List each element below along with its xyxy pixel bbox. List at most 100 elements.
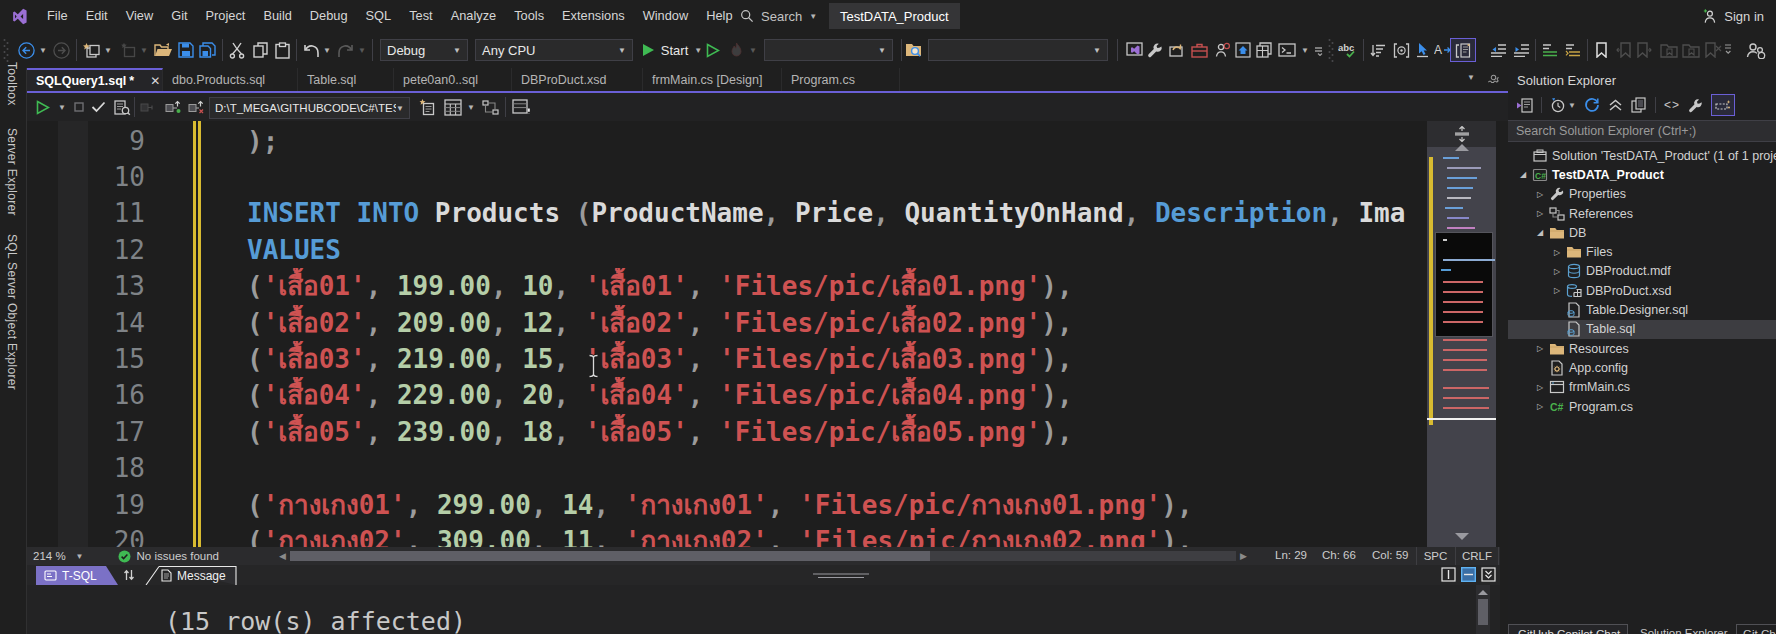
tab-tsql[interactable]: T-SQL (36, 566, 118, 585)
terminal-dropdown[interactable]: ▼ (1300, 32, 1310, 68)
tree-expander-collapsed[interactable]: ▷ (1550, 267, 1564, 276)
message-scrollbar-thumb[interactable] (1478, 599, 1488, 625)
minimap[interactable] (1427, 121, 1496, 547)
code-line-10[interactable] (247, 159, 1500, 195)
tree-item-solution-testdata-product-1-of-1-project[interactable]: Solution 'TestDATA_Product' (1 of 1 proj… (1508, 146, 1776, 165)
tree-item-program-cs[interactable]: ▷C#Program.cs (1508, 397, 1776, 416)
menu-window[interactable]: Window (634, 0, 698, 32)
solution-platform-combobox[interactable]: Any CPU▼ (475, 39, 633, 61)
panel-tab-solution-explorer[interactable]: Solution Explorer (1634, 624, 1732, 634)
scrollbar-down-arrow[interactable] (1454, 532, 1470, 541)
uncomment-lines-icon[interactable] (1563, 32, 1583, 68)
tab-frmmain-design[interactable]: frmMain.cs [Design] (643, 68, 782, 91)
copy-button[interactable] (250, 32, 270, 68)
scroll-right-arrow[interactable]: ▶ (1240, 551, 1247, 561)
previous-bookmark-icon[interactable] (1613, 32, 1633, 68)
open-in-visual-studio-button[interactable] (1124, 32, 1144, 68)
spell-check-icon[interactable]: abc (1336, 32, 1358, 68)
sidebar-tab-sql-server-object-explorer[interactable]: SQL Server Object Explorer (5, 234, 19, 390)
tab-program-cs[interactable]: Program.cs (782, 68, 900, 91)
tree-item-db[interactable]: ◢DB (1508, 223, 1776, 242)
scroll-left-arrow[interactable]: ◀ (279, 551, 286, 561)
tab-table-sql[interactable]: Table.sql (298, 68, 394, 91)
connect-database-button[interactable] (140, 93, 157, 121)
menu-project[interactable]: Project (197, 0, 255, 32)
open-file-button[interactable] (152, 32, 174, 68)
parse-check-button[interactable] (91, 93, 106, 121)
properties-wrench-icon[interactable] (1688, 98, 1703, 113)
execute-query-button[interactable] (36, 93, 50, 121)
tree-expander-collapsed[interactable]: ▷ (1550, 286, 1564, 295)
show-all-files-button[interactable] (1711, 94, 1735, 116)
tree-item-files[interactable]: ▷Files (1508, 242, 1776, 261)
shrink-toolbar-icon[interactable] (1312, 32, 1326, 68)
code-line-18[interactable] (247, 450, 1500, 486)
toolbox-icon[interactable] (1189, 32, 1209, 68)
solution-explorer-search-input[interactable]: Search Solution Explorer (Ctrl+;) (1508, 120, 1776, 142)
code-line-16[interactable]: ('เสื้อ04', 229.00, 20, 'เสื้อ04', 'File… (247, 377, 1500, 413)
tab-message[interactable]: Message (145, 566, 237, 585)
new-query-button[interactable] (418, 93, 436, 121)
database-connection-combobox[interactable]: D:\T_MEGA\GITHUBCODE\C#\TES▼ (209, 97, 410, 119)
health-check-icon[interactable] (118, 550, 131, 563)
menu-debug[interactable]: Debug (301, 0, 357, 32)
run-without-debugging-button[interactable] (704, 32, 722, 68)
code-line-14[interactable]: ('เสื้อ02', 209.00, 12, 'เสื้อ02', 'File… (247, 305, 1500, 341)
next-bookmark-in-folder-icon[interactable] (1680, 32, 1702, 68)
message-vertical-scrollbar[interactable] (1476, 585, 1490, 634)
undo-dropdown[interactable]: ▼ (322, 32, 332, 68)
cut-button[interactable] (227, 32, 247, 68)
tree-expander-collapsed[interactable]: ▷ (1533, 190, 1547, 199)
query-options-button[interactable] (114, 93, 131, 121)
settings-wrench-icon[interactable] (1145, 32, 1165, 68)
tree-expander-expanded[interactable]: ◢ (1533, 228, 1547, 237)
tree-item-properties[interactable]: ▷Properties (1508, 185, 1776, 204)
tab-list-dropdown[interactable]: ▼ (1467, 73, 1475, 82)
scrollbar-thumb[interactable] (290, 551, 930, 561)
redo-dropdown[interactable]: ▼ (357, 32, 367, 68)
sidebar-tab-server-explorer[interactable]: Server Explorer (5, 128, 19, 216)
menu-build[interactable]: Build (254, 0, 300, 32)
display-estimated-plan-button[interactable] (444, 93, 462, 121)
panel-tab-copilot-chat[interactable]: GitHub Copilot Chat (1508, 624, 1628, 634)
toolbar-grip[interactable] (1327, 32, 1335, 68)
toolbar-combobox-1[interactable]: ▼ (764, 39, 893, 61)
tree-item-resources[interactable]: ▷Resources (1508, 339, 1776, 358)
copy-with-formatting-button[interactable] (1450, 38, 1476, 62)
tree-item-references[interactable]: ▷References (1508, 204, 1776, 223)
add-item-button[interactable] (118, 32, 138, 68)
terminal-icon[interactable] (1277, 32, 1297, 68)
tab-options-gear-icon[interactable] (1487, 71, 1500, 84)
issues-status[interactable]: No issues found (137, 550, 219, 562)
code-line-19[interactable]: ('กางเกง01', 299.00, 14, 'กางเกง01', 'Fi… (247, 487, 1500, 523)
paste-button[interactable] (272, 32, 292, 68)
collapse-all-icon[interactable] (1608, 98, 1623, 112)
select-mode-cursor-icon[interactable] (1412, 32, 1432, 68)
tree-expander-collapsed[interactable]: ▷ (1533, 344, 1547, 353)
line-ending-indicator[interactable]: CRLF (1455, 547, 1499, 565)
tree-expander-collapsed[interactable]: ▷ (1533, 209, 1547, 218)
navigate-forward-button[interactable] (51, 32, 71, 68)
comment-lines-icon[interactable] (1540, 32, 1560, 68)
sync-refresh-icon[interactable] (1166, 32, 1186, 68)
refresh-icon[interactable] (1584, 97, 1600, 113)
live-share-icon[interactable] (1744, 32, 1768, 68)
panel-tab-git-changes[interactable]: Git Ch (1736, 624, 1776, 634)
code-line-17[interactable]: ('เสื้อ05', 239.00, 18, 'เสื้อ05', 'File… (247, 414, 1500, 450)
switch-views-icon[interactable] (1516, 98, 1533, 113)
tab-sqlquery1[interactable]: SQLQuery1.sql* ✕ (27, 68, 163, 91)
tree-item-frmmain-cs[interactable]: ▷frmMain.cs (1508, 378, 1776, 397)
toolbar-combobox-2[interactable]: ▼ (928, 39, 1108, 61)
code-line-11[interactable]: INSERT INTO Products (ProductName, Price… (247, 195, 1500, 231)
tree-item-table-designer-sql[interactable]: Table.Designer.sql (1508, 300, 1776, 319)
hot-reload-dropdown[interactable]: ▼ (748, 32, 758, 68)
code-line-20[interactable]: ('กางเกง02', 309.00, 11, 'กางเกง02', 'Fi… (247, 523, 1500, 547)
clear-bookmarks-icon[interactable] (1702, 32, 1724, 68)
undo-button[interactable] (301, 32, 321, 68)
query-designer-button[interactable] (482, 93, 499, 121)
new-project-dropdown[interactable]: ▼ (103, 32, 113, 68)
previous-bookmark-in-folder-icon[interactable] (1658, 32, 1680, 68)
decrease-indent-icon[interactable] (1488, 32, 1508, 68)
solution-configuration-combobox[interactable]: Debug▼ (380, 39, 468, 61)
tree-expander-collapsed[interactable]: ▷ (1533, 402, 1547, 411)
